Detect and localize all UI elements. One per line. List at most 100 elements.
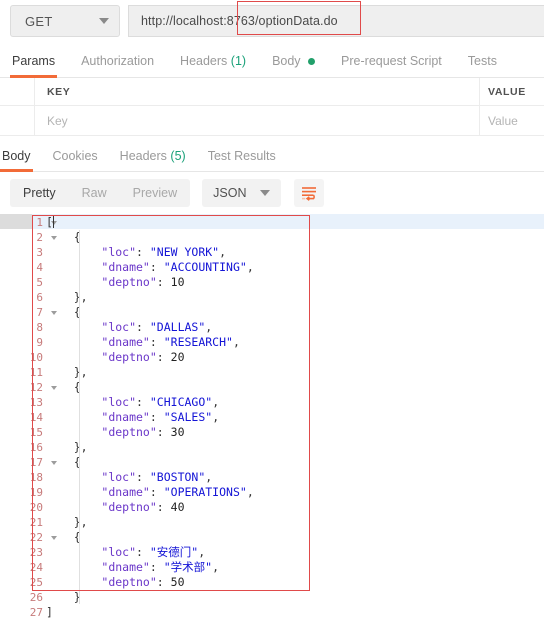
code-line: [ bbox=[46, 215, 544, 230]
tab-headers-count: (1) bbox=[230, 54, 247, 68]
tab-params[interactable]: Params bbox=[9, 54, 58, 78]
json-punct: : bbox=[156, 425, 171, 439]
code-line: "loc": "NEW YORK", bbox=[46, 245, 544, 260]
params-value-input[interactable]: Value bbox=[480, 106, 544, 135]
line-number: 22 bbox=[0, 530, 57, 545]
code-line: "deptno": 40 bbox=[46, 500, 544, 515]
code-line: "dname": "OPERATIONS", bbox=[46, 485, 544, 500]
params-key-placeholder: Key bbox=[47, 113, 68, 128]
view-mode-raw[interactable]: Raw bbox=[69, 179, 120, 207]
chevron-down-icon bbox=[260, 190, 271, 196]
code-editor[interactable]: 1 2 3 4 5 6 7 8 9 10 11 12 13 14 15 16 17 18 19 20 21 22 23 24 2… bbox=[0, 214, 544, 620]
line-number: 11 bbox=[29, 366, 43, 379]
response-tab-body[interactable]: Body bbox=[0, 149, 32, 172]
code-lines[interactable]: [ { "loc": "NEW YORK", "dname": "ACCOUNT… bbox=[46, 215, 544, 620]
json-punct: } bbox=[46, 590, 81, 604]
code-line: }, bbox=[46, 365, 544, 380]
line-number: 8 bbox=[36, 321, 43, 334]
tab-tests[interactable]: Tests bbox=[468, 54, 497, 77]
line-number-gutter: 1 2 3 4 5 6 7 8 9 10 11 12 13 14 15 16 17 18 19 20 21 22 23 24 2… bbox=[0, 215, 57, 620]
response-body-viewer[interactable]: 1 2 3 4 5 6 7 8 9 10 11 12 13 14 15 16 17 18 19 20 21 22 23 24 2… bbox=[0, 214, 544, 619]
json-punct: : bbox=[149, 485, 164, 499]
json-string-value: "BOSTON" bbox=[149, 470, 206, 484]
json-punct: ] bbox=[46, 605, 53, 619]
json-punct: { bbox=[46, 230, 81, 244]
code-line: "dname": "SALES", bbox=[46, 410, 544, 425]
json-key: "loc" bbox=[101, 545, 137, 559]
response-tab-headers[interactable]: Headers (5) bbox=[120, 149, 186, 171]
json-key: "dname" bbox=[101, 335, 150, 349]
tab-authorization[interactable]: Authorization bbox=[81, 54, 154, 77]
line-number: 23 bbox=[29, 546, 43, 559]
code-line: "deptno": 30 bbox=[46, 425, 544, 440]
code-line: "deptno": 20 bbox=[46, 350, 544, 365]
json-number-value: 40 bbox=[170, 500, 185, 514]
json-punct: : bbox=[136, 470, 150, 484]
line-number: 12 bbox=[0, 380, 57, 395]
view-mode-group: Pretty Raw Preview bbox=[10, 179, 191, 207]
tab-body[interactable]: Body bbox=[272, 54, 316, 77]
code-line: } bbox=[46, 590, 544, 605]
url-input[interactable]: http://localhost:8763/optionData.do bbox=[128, 1, 544, 37]
code-line: }, bbox=[46, 440, 544, 455]
response-format-toolbar: Pretty Raw Preview JSON bbox=[0, 172, 544, 214]
json-key: "loc" bbox=[101, 320, 137, 334]
code-line: { bbox=[46, 230, 544, 245]
response-language-select[interactable]: JSON bbox=[202, 179, 282, 207]
params-input-row: Key Value bbox=[0, 106, 544, 136]
word-wrap-toggle[interactable] bbox=[294, 179, 325, 207]
json-number-value: 50 bbox=[170, 575, 185, 589]
line-number: 13 bbox=[29, 396, 43, 409]
json-key: "loc" bbox=[101, 245, 137, 259]
json-key: "deptno" bbox=[101, 350, 157, 364]
params-column-key: KEY bbox=[47, 85, 71, 98]
json-punct: : bbox=[149, 335, 164, 349]
line-number: 19 bbox=[29, 486, 43, 499]
json-punct: [ bbox=[46, 215, 53, 229]
request-tabs: Params Authorization Headers (1) Body Pr… bbox=[0, 42, 544, 78]
line-number: 27 bbox=[29, 606, 43, 619]
line-number: 18 bbox=[29, 471, 43, 484]
params-column-value: VALUE bbox=[488, 85, 526, 98]
params-row-checkbox[interactable] bbox=[0, 106, 35, 135]
tab-headers[interactable]: Headers (1) bbox=[180, 54, 246, 77]
text-cursor bbox=[52, 216, 54, 228]
response-tab-cookies[interactable]: Cookies bbox=[53, 149, 98, 171]
json-punct: , bbox=[232, 335, 240, 349]
json-number-value: 30 bbox=[170, 425, 185, 439]
json-punct: : bbox=[156, 275, 171, 289]
line-number: 1 bbox=[0, 215, 57, 230]
json-punct: }, bbox=[46, 515, 88, 529]
line-number: 21 bbox=[29, 516, 43, 529]
response-tab-test-results[interactable]: Test Results bbox=[208, 149, 276, 171]
url-text: http://localhost:8763/optionData.do bbox=[141, 14, 338, 28]
http-method-select[interactable]: GET bbox=[10, 5, 120, 37]
view-mode-pretty[interactable]: Pretty bbox=[10, 179, 69, 207]
line-number: 4 bbox=[36, 261, 43, 274]
tab-pre-request-script[interactable]: Pre-request Script bbox=[341, 54, 442, 77]
line-number: 6 bbox=[36, 291, 43, 304]
response-language-label: JSON bbox=[213, 186, 247, 200]
json-punct: , bbox=[212, 560, 220, 574]
json-punct: }, bbox=[46, 365, 88, 379]
json-string-value: "DALLAS" bbox=[149, 320, 206, 334]
code-line: { bbox=[46, 305, 544, 320]
response-tab-body-label: Body bbox=[2, 149, 31, 163]
json-punct: : bbox=[156, 350, 171, 364]
code-line: "dname": "RESEARCH", bbox=[46, 335, 544, 350]
json-key: "loc" bbox=[101, 395, 137, 409]
tab-pre-request-script-label: Pre-request Script bbox=[341, 54, 442, 68]
params-header-value-cell: VALUE bbox=[480, 78, 544, 105]
params-key-input[interactable]: Key bbox=[35, 106, 480, 135]
json-key: "deptno" bbox=[101, 500, 157, 514]
json-string-value: "安德门" bbox=[149, 545, 199, 559]
view-mode-preview[interactable]: Preview bbox=[120, 179, 190, 207]
json-punct: : bbox=[156, 575, 171, 589]
json-key: "deptno" bbox=[101, 425, 157, 439]
indent-guide bbox=[79, 230, 80, 604]
code-line: "dname": "学术部", bbox=[46, 560, 544, 575]
line-number: 26 bbox=[29, 591, 43, 604]
code-line: { bbox=[46, 380, 544, 395]
line-number: 17 bbox=[0, 455, 57, 470]
json-key: "dname" bbox=[101, 260, 150, 274]
